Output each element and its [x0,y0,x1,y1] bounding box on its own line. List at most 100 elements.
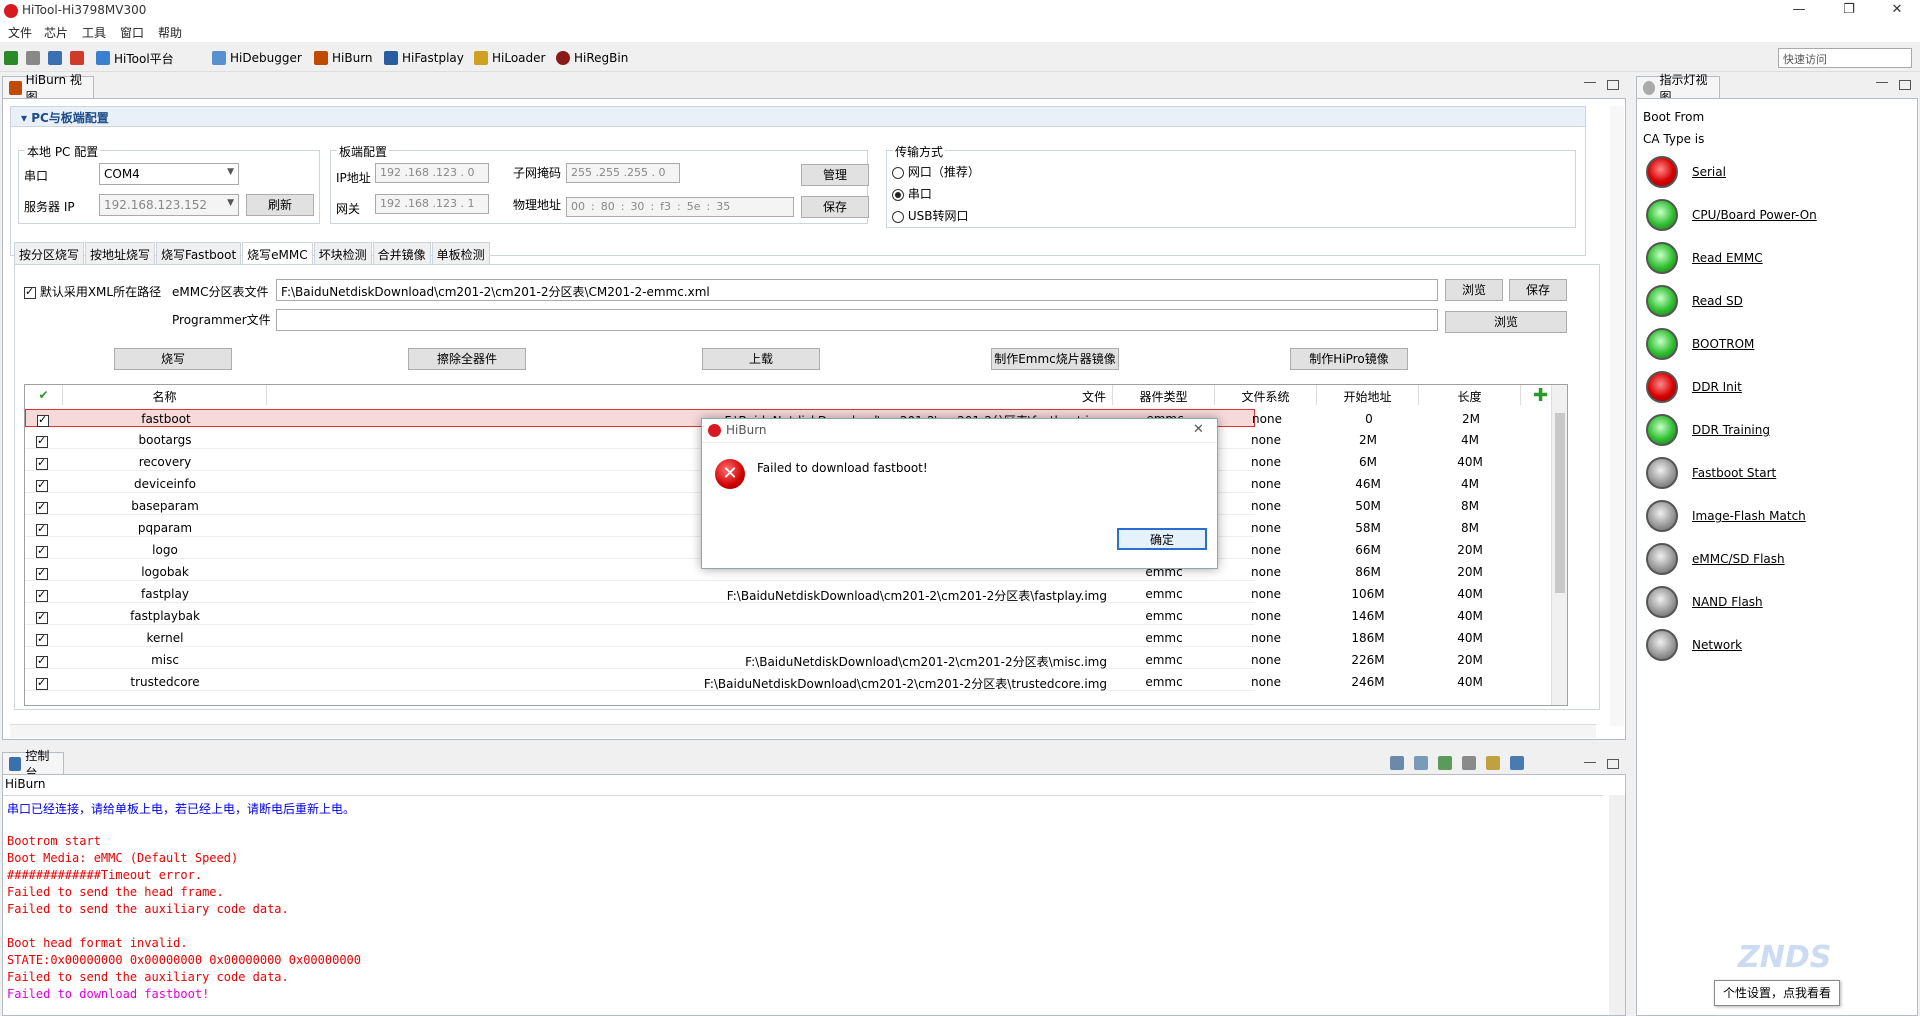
header-length[interactable]: 长度 [1419,385,1521,405]
server-ip-select[interactable]: 192.168.123.152 ▼ [99,194,239,216]
row-checkbox[interactable] [36,610,48,624]
indicator-label[interactable]: CPU/Board Power-On [1692,208,1817,222]
row-checkbox[interactable] [37,413,49,427]
row-checkbox[interactable] [36,456,48,470]
console-settings-icon[interactable] [1510,756,1524,770]
header-device-type[interactable]: 器件类型 [1113,385,1215,405]
menu-window[interactable]: 窗口 [120,24,144,41]
checkbox[interactable] [36,456,48,470]
indicator-view-tab[interactable]: 指示灯视图 [1636,73,1720,104]
tab-board-check[interactable]: 单板检测 [431,242,490,264]
tab-address-burn[interactable]: 按地址烧写 [85,242,156,264]
display-console-icon[interactable] [1462,756,1476,770]
port-select[interactable]: COM4 ▼ [99,163,239,185]
ip-input[interactable]: 192 .168 .123 . 0 [375,163,489,183]
radio-button[interactable] [892,188,904,201]
select-all-check-icon[interactable]: ✔ [25,385,63,405]
checkbox[interactable] [36,434,48,448]
tool-hiregbin[interactable]: HiRegBin [556,48,628,68]
checkbox[interactable] [36,478,48,492]
console-maximize-icon[interactable] [1607,759,1619,769]
hiburn-view-tab[interactable]: HiBurn 视图 [2,73,94,104]
header-filesystem[interactable]: 文件系统 [1215,385,1317,405]
row-checkbox[interactable] [36,500,48,514]
indicator-label[interactable]: Fastboot Start [1692,466,1776,480]
indicator-label[interactable]: Serial [1692,165,1726,179]
indicator-label[interactable]: Read SD [1692,294,1743,308]
checkbox[interactable] [36,522,48,536]
tab-badblock-check[interactable]: 坏块检测 [313,242,372,264]
tab-emmc-burn[interactable]: 烧写eMMC [242,242,313,264]
indicator-label[interactable]: Read EMMC [1692,251,1763,265]
checkbox[interactable] [36,654,48,668]
view-maximize-icon[interactable] [1607,80,1619,90]
clear-console-icon[interactable] [1390,756,1404,770]
indicator-label[interactable]: eMMC/SD Flash [1692,552,1785,566]
make-emmc-image-button[interactable]: 制作Emmc烧片器镜像 [991,348,1119,370]
checkbox[interactable] [36,632,48,646]
table-scrollbar[interactable] [1551,385,1567,705]
menu-chip[interactable]: 芯片 [44,24,68,41]
tool-hiburn[interactable]: HiBurn [314,48,373,68]
connect-icon[interactable] [4,51,18,65]
quick-access-input[interactable]: 快速访问 [1778,48,1912,68]
radio-button[interactable] [892,166,904,179]
mac-input[interactable]: 00: 80: 30: f3: 5e: 35 [566,197,794,217]
default-xml-checkbox[interactable]: 默认采用XML所在路径 [24,283,161,300]
close-window-button[interactable]: ✕ [1874,0,1920,22]
vertical-scrollbar[interactable] [1610,106,1624,726]
row-checkbox[interactable] [36,544,48,558]
indicator-label[interactable]: DDR Init [1692,380,1742,394]
section-header[interactable]: ▾ PC与板端配置 [11,107,1585,127]
minimize-button[interactable]: — [1776,0,1822,22]
tab-merge-image[interactable]: 合并镜像 [372,242,431,264]
erase-all-button[interactable]: 擦除全器件 [408,348,526,370]
table-row[interactable]: kernel emmc none 186M 40M [25,629,1483,647]
emmc-table-path-input[interactable]: F:\BaiduNetdiskDownload\cm201-2\cm201-2分… [276,279,1438,301]
radio-button[interactable] [892,210,904,223]
pin-console-icon[interactable] [1438,756,1452,770]
scroll-lock-icon[interactable] [1414,756,1428,770]
checkbox[interactable] [24,285,36,299]
menu-help[interactable]: 帮助 [158,24,182,41]
console-scrollbar[interactable] [1609,795,1625,1015]
table-row[interactable]: trustedcore F:\BaiduNetdiskDownload\cm201… [25,673,1483,691]
indicator-minimize-icon[interactable] [1876,82,1888,84]
row-checkbox[interactable] [36,676,48,690]
disconnect-icon[interactable] [26,51,40,65]
dialog-close-button[interactable]: ✕ [1193,422,1204,437]
restore-button[interactable]: ❐ [1826,0,1872,22]
menu-tools[interactable]: 工具 [82,24,106,41]
tool-hidebugger[interactable]: HiDebugger [212,48,302,68]
header-start-address[interactable]: 开始地址 [1317,385,1419,405]
checkbox[interactable] [36,588,48,602]
indicator-label[interactable]: DDR Training [1692,423,1770,437]
row-checkbox[interactable] [36,588,48,602]
table-row[interactable]: misc F:\BaiduNetdiskDownload\cm201-2\cm20… [25,651,1483,669]
checkbox[interactable] [36,544,48,558]
open-console-icon[interactable] [1486,756,1500,770]
table-row[interactable]: fastplay F:\BaiduNetdiskDownload\cm201-2\… [25,585,1483,603]
row-checkbox[interactable] [36,632,48,646]
menu-file[interactable]: 文件 [8,24,32,41]
make-hipro-image-button[interactable]: 制作HiPro镜像 [1290,348,1408,370]
console-minimize-icon[interactable] [1584,762,1596,764]
refresh-button[interactable]: 刷新 [246,194,314,216]
upload-button[interactable]: 上载 [702,348,820,370]
transfer-option-serial[interactable]: 串口 [892,185,932,202]
browse-button[interactable]: 浏览 [1445,279,1503,301]
arrows-icon[interactable] [70,51,84,65]
view-minimize-icon[interactable] [1584,82,1596,84]
header-name[interactable]: 名称 [63,385,267,405]
board-save-button[interactable]: 保存 [801,196,869,218]
table-row[interactable]: fastplaybak emmc none 146M 40M [25,607,1483,625]
transfer-option-usb[interactable]: USB转网口 [892,207,968,224]
checkbox[interactable] [36,610,48,624]
checkbox[interactable] [36,676,48,690]
tab-fastboot-burn[interactable]: 烧写Fastboot [156,242,242,264]
subnet-input[interactable]: 255 .255 .255 . 0 [566,163,680,183]
console-tab[interactable]: 控制台 [2,749,64,780]
row-checkbox[interactable] [36,478,48,492]
tab-partition-burn[interactable]: 按分区烧写 [14,242,85,264]
tool-hifastplay[interactable]: HiFastplay [384,48,464,68]
